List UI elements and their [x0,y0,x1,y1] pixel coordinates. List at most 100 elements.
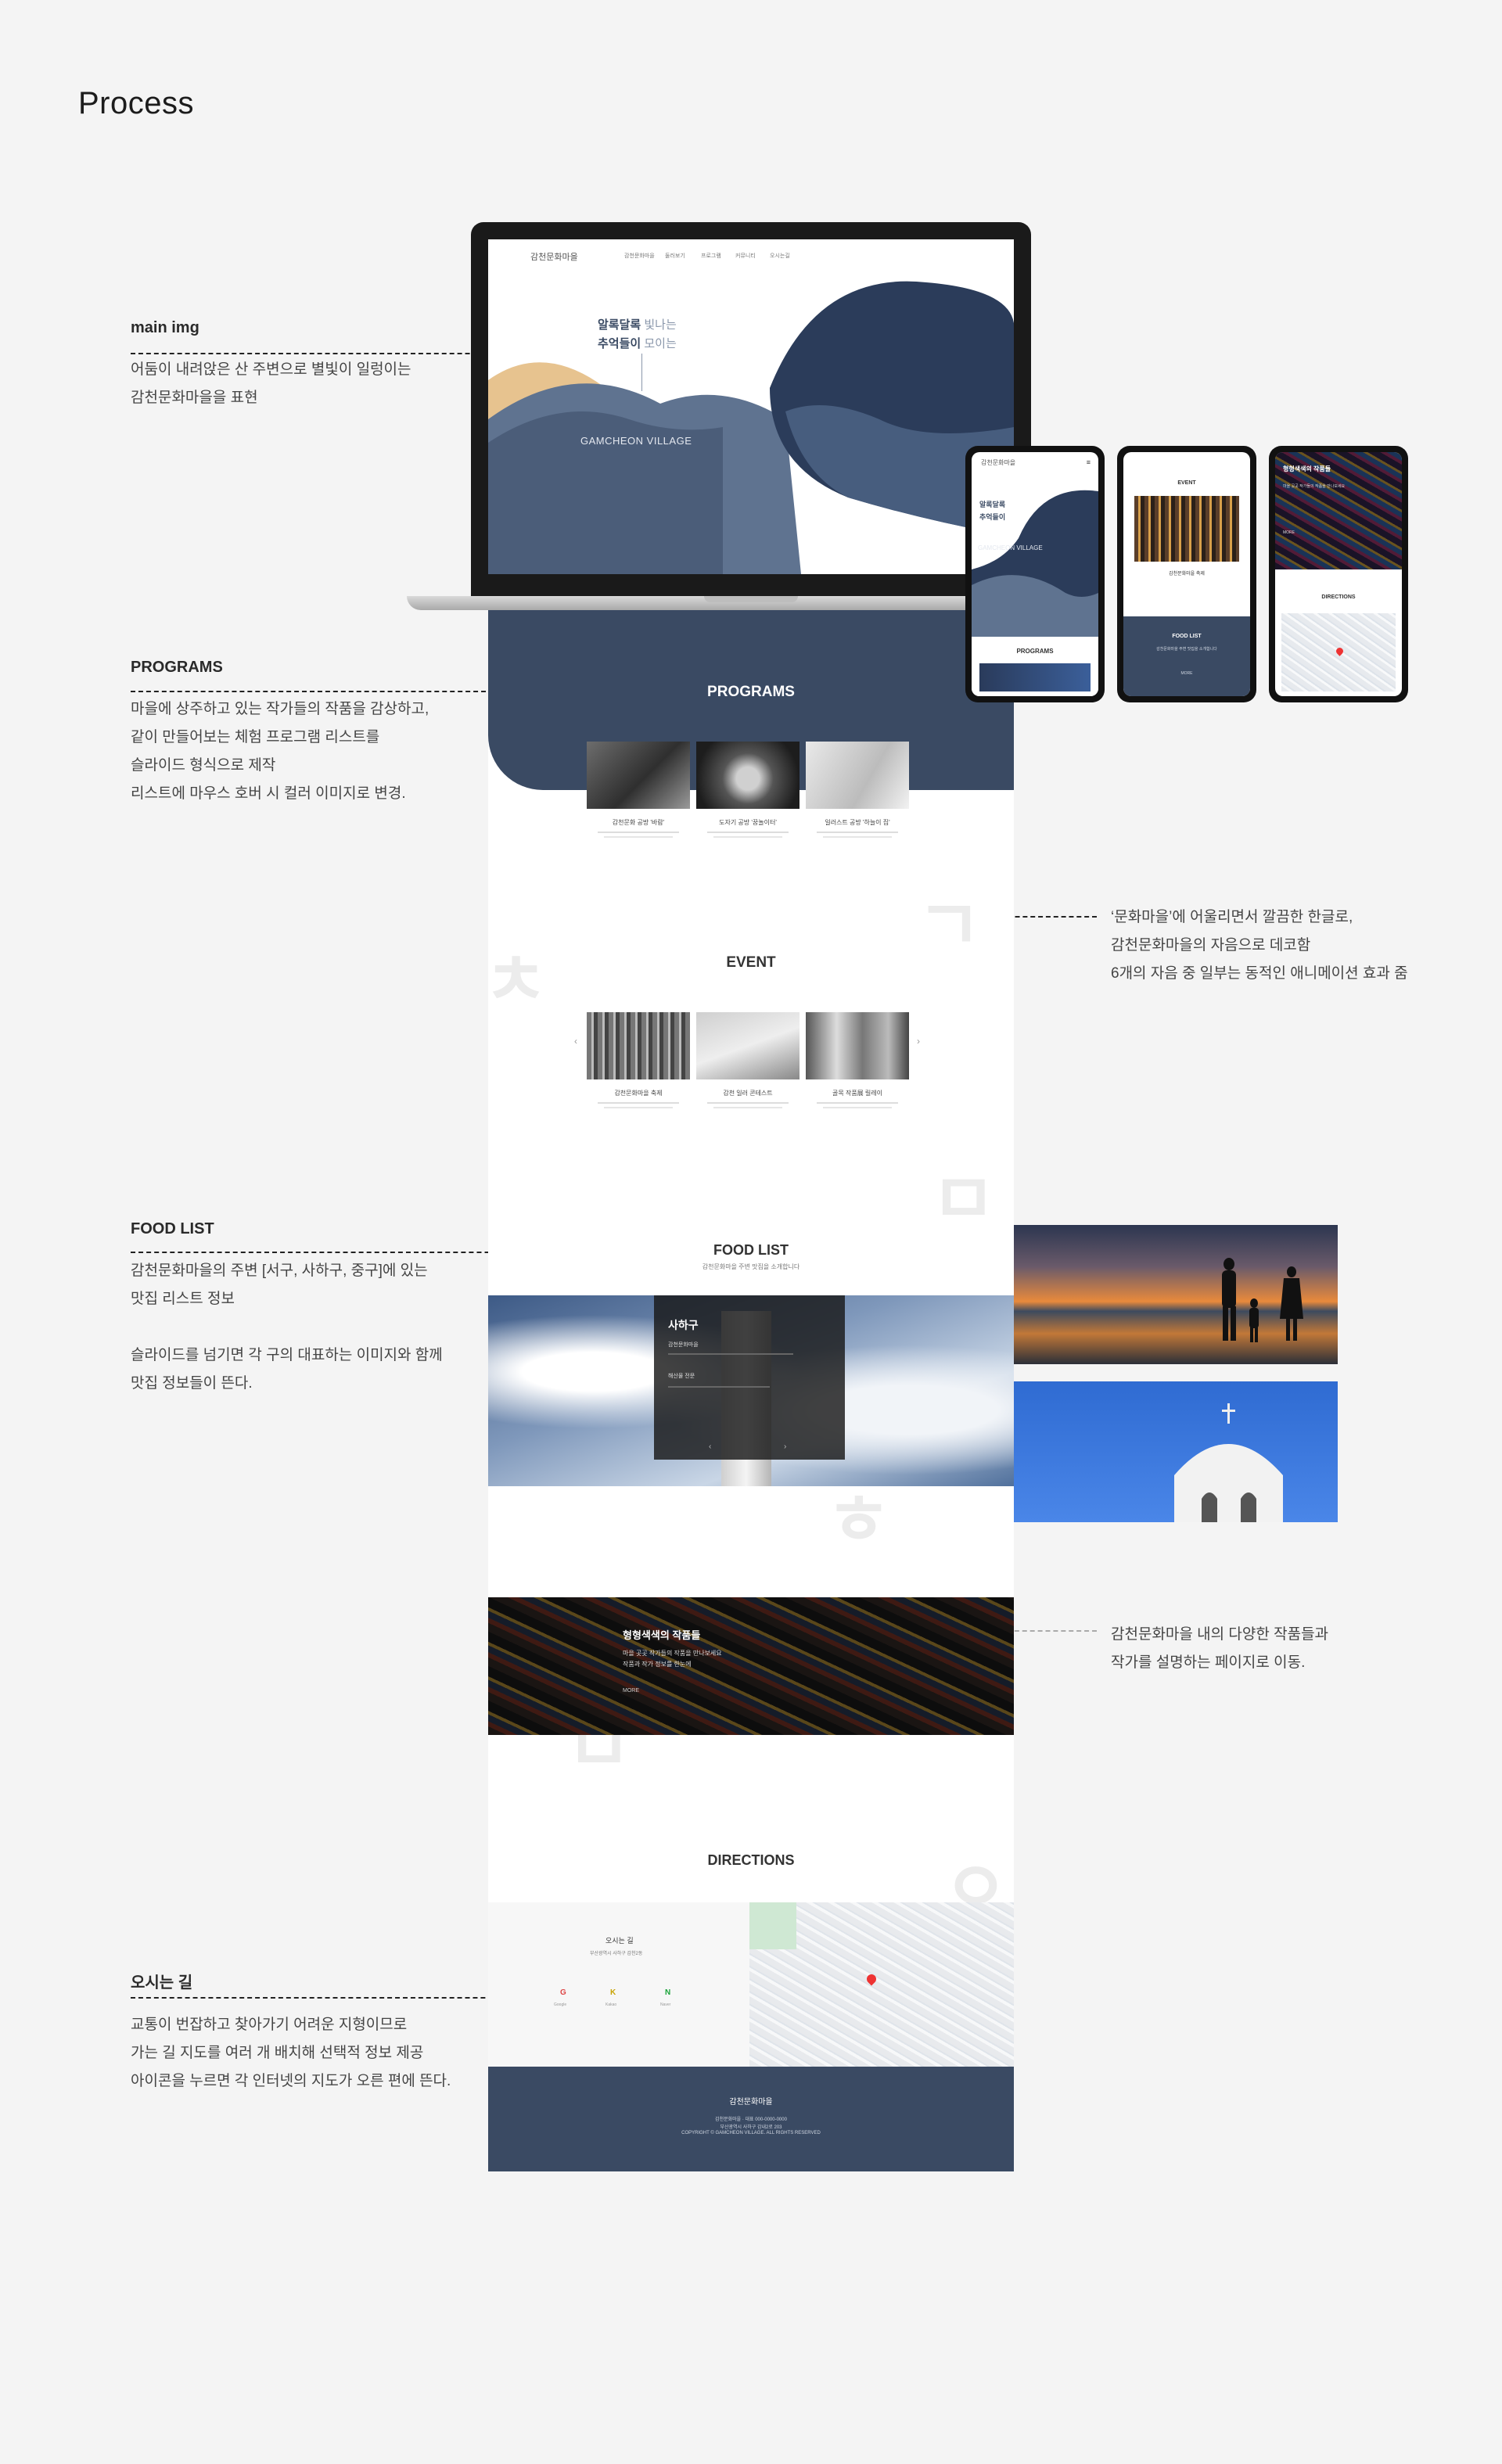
footer-logo: 감천문화마을 [729,2098,773,2107]
annotation-desc: 감천문화마을 내의 다양한 작품들과 작가를 설명하는 페이지로 이동. [1111,1626,1329,1671]
annotation-title: PROGRAMS [131,659,223,676]
phone-works-more[interactable]: MORE [1283,530,1295,535]
kakao-map-icon[interactable]: K [610,1988,616,1997]
hero-word: 빛나는 [644,318,677,332]
phone-logo: 감천문화마을 [981,459,1016,466]
event-title: 골목 작품展 릴레이 [832,1090,882,1097]
phone-food-heading: FOOD LIST [1172,634,1202,639]
map-panel[interactable] [749,1902,1014,2067]
annotation-desc: ‘문화마을’에 어울리면서 깔끔한 한글로, 감천문화마을의 자음으로 데코함 … [1111,909,1408,982]
sunset-beach-photo [1014,1225,1338,1364]
phone-event-heading: EVENT [1177,480,1196,486]
annotation-directions: 오시는 길 교통이 번잡하고 찾아가기 어려운 지형이므로 가는 길 지도를 여… [131,1970,490,2096]
phone-hero-brand: GAMCHEON VILLAGE [978,544,1043,551]
event-heading: EVENT [726,954,776,971]
phone-section-heading: PROGRAMS [1016,648,1054,655]
program-caption: 도자기 공방 '꿈놀이터' [696,818,800,838]
phone-mockup-home: 감천문화마을 ≡ 알록달록 추억들이 GAMCHEON VILLAGE PROG… [965,446,1105,702]
phone-hero-line: 알록달록 [979,501,1006,508]
program-title: 도자기 공방 '꿈놀이터' [719,819,777,826]
works-banner[interactable]: 형형색색의 작품들 마을 곳곳 작가들의 작품을 만나보세요 작품과 작가 정보… [488,1597,1014,1735]
google-map-icon[interactable]: G [560,1988,566,1997]
phone-mockup-works: 형형색색의 작품들 마을 곳곳 작가들의 작품을 만나보세요 MORE DIRE… [1269,446,1408,702]
annotation-title: main img [131,319,199,336]
works-text: 작품과 작가 정보를 한눈에 [623,1661,692,1668]
program-thumb[interactable] [587,742,690,809]
hero-brand: GAMCHEON VILLAGE [580,435,692,447]
phone-works-banner[interactable]: 형형색색의 작품들 마을 곳곳 작가들의 작품을 만나보세요 MORE [1275,452,1402,569]
works-text: 마을 곳곳 작가들의 작품을 만나보세요 [623,1650,722,1657]
laptop-notch [704,596,798,602]
food-subtitle: 감천문화마을 주변 맛집을 소개합니다 [702,1263,800,1270]
phone-directions-heading: DIRECTIONS [1321,594,1356,600]
page-title: Process [78,86,194,120]
hero-copy-line2: 추억들이 모이는 [598,335,677,351]
works-more-link[interactable]: MORE [623,1688,639,1694]
phone-food-section: FOOD LIST 감천문화마을 주변 맛집을 소개합니다 MORE [1123,616,1250,696]
site-footer: 감천문화마을 감천문화마을 · 대표 000-0000-0000 부산광역시 사… [488,2067,1014,2171]
event-caption: 감천 일러 콘테스트 [696,1089,800,1108]
hero-illustration [488,281,1014,574]
directions-section: 오시는 길 부산광역시 사하구 감천2동 G K N Google Kakao … [488,1902,1014,2067]
phone-hero-line: 추억들이 [979,513,1006,521]
program-caption: 감천문화 공방 '바람' [587,818,690,838]
annotation-main-img: main img 어둠이 내려앉은 산 주변으로 별빛이 일렁이는 감천문화마을… [131,319,475,412]
hero-word: 모이는 [644,337,677,350]
annotation-desc: 감천문화마을의 주변 [서구, 사하구, 중구]에 있는 맛집 리스트 정보 슬… [131,1263,443,1392]
program-title: 감천문화 공방 '바람' [612,819,665,826]
menu-icon[interactable]: ≡ [1087,458,1091,466]
food-prev-arrow[interactable]: ‹ [709,1442,711,1451]
hero-divider [641,354,642,391]
event-title: 감천문화마을 축제 [614,1090,663,1097]
annotation-programs: PROGRAMS 마을에 상주하고 있는 작가들의 작품을 감상하고, 같이 만… [131,659,490,808]
hero-copy-line1: 알록달록 빛나는 [598,316,677,332]
laptop-screen: 감천문화마을 감천문화마을 둘러보기 프로그램 커뮤니티 오시는길 알록달록 빛… [488,239,1014,574]
phone-program-thumb[interactable] [979,663,1091,691]
footer-line: 감천문화마을 · 대표 000-0000-0000 [715,2117,787,2122]
event-thumb[interactable] [696,1012,800,1079]
food-heading: FOOD LIST [713,1242,789,1258]
event-title: 감천 일러 콘테스트 [723,1090,773,1097]
map-park [749,1902,796,1949]
footer-line: COPYRIGHT © GAMCHEON VILLAGE. ALL RIGHTS… [681,2131,821,2135]
food-card-line [668,1353,793,1355]
footer-line: 부산광역시 사하구 감내2로 203 [720,2125,782,2130]
program-thumb[interactable] [806,742,909,809]
site-longpage-mockup: PROGRAMS 감천문화 공방 '바람' 도자기 공방 '꿈놀이터' 일러스트… [488,610,1014,2171]
event-prev-arrow[interactable]: ‹ [574,1036,577,1047]
program-caption: 일러스트 공방 '하늘이 집' [806,818,909,838]
event-thumb[interactable] [587,1012,690,1079]
hangul-deco: ㅊ [488,942,548,1020]
event-next-arrow[interactable]: › [917,1036,920,1047]
annotation-desc: 교통이 번잡하고 찾아가기 어려운 지형이므로 가는 길 지도를 여러 개 배치… [131,2017,451,2089]
naver-map-label: Naver [660,2002,671,2007]
works-overlay [488,1597,1014,1735]
directions-heading: DIRECTIONS [707,1852,795,1868]
phone-mockup-event: EVENT 감천문화마을 축제 FOOD LIST 감천문화마을 주변 맛집을 … [1117,446,1256,702]
event-caption: 골목 작품展 릴레이 [806,1089,909,1108]
annotation-title: FOOD LIST [131,1220,214,1237]
map-marker-icon [864,1972,879,1986]
annotation-desc: 어둠이 내려앉은 산 주변으로 별빛이 일렁이는 감천문화마을을 표현 [131,361,411,406]
phone-event-thumb[interactable] [1134,496,1239,562]
food-card-sub: 감천문화마을 [668,1342,699,1348]
naver-map-icon[interactable]: N [665,1988,670,1997]
program-title: 일러스트 공방 '하늘이 집' [825,819,890,826]
event-thumb[interactable] [806,1012,909,1079]
phone-map[interactable] [1281,613,1396,691]
phone-screen: 감천문화마을 ≡ 알록달록 추억들이 GAMCHEON VILLAGE PROG… [972,452,1098,696]
directions-title: 오시는 길 [605,1937,634,1945]
phone-more-link[interactable]: MORE [1123,671,1250,676]
annotation-works: 감천문화마을 내의 다양한 작품들과 작가를 설명하는 페이지로 이동. [1111,1621,1424,1677]
map-marker-icon [1335,646,1345,656]
food-card[interactable]: 사하구 감천문화마을 해산물 전문 ‹ › [654,1295,845,1460]
program-thumb[interactable] [696,742,800,809]
food-card-sub: 해산물 전문 [668,1374,695,1379]
event-caption: 감천문화마을 축제 [587,1089,690,1108]
hero-word: 알록달록 [598,318,641,332]
google-map-label: Google [554,2002,567,2007]
church-photo [1014,1381,1338,1522]
food-slide-bg: 사하구 감천문화마을 해산물 전문 ‹ › [488,1295,1014,1486]
food-next-arrow[interactable]: › [784,1442,786,1451]
phone-screen: 형형색색의 작품들 마을 곳곳 작가들의 작품을 만나보세요 MORE DIRE… [1275,452,1402,696]
